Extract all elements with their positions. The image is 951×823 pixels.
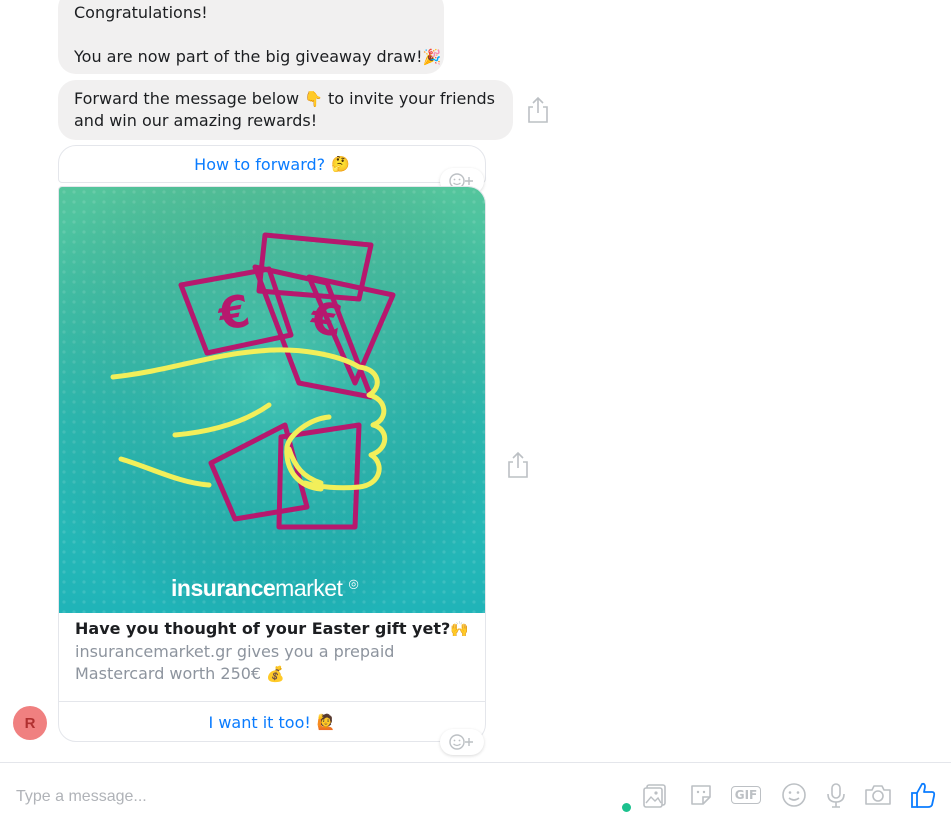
share-icon[interactable] bbox=[525, 95, 551, 125]
party-popper-emoji: 🎉 bbox=[422, 48, 442, 66]
online-status-dot bbox=[622, 803, 631, 812]
how-to-forward-label: How to forward? bbox=[194, 154, 326, 174]
smiley-plus-icon bbox=[449, 734, 473, 750]
microphone-icon[interactable] bbox=[820, 779, 852, 811]
insurancemarket-logo: insurancemarket ◎ bbox=[171, 575, 359, 601]
emoji-icon[interactable] bbox=[778, 779, 810, 811]
thumbs-up-icon[interactable] bbox=[907, 779, 939, 811]
check-circle-icon: ◎ bbox=[348, 576, 359, 591]
pointing-down-emoji: 👇 bbox=[304, 90, 323, 108]
sticker-icon[interactable] bbox=[685, 779, 717, 811]
message-composer: GIF bbox=[0, 762, 951, 823]
promo-card-image[interactable]: € € insurancemarket ◎ bbox=[59, 187, 485, 613]
thinking-face-emoji: 🤔 bbox=[331, 155, 350, 173]
message-text-line: Forward the message below bbox=[74, 89, 300, 108]
money-bag-emoji: 💰 bbox=[266, 665, 285, 683]
card-title: Have you thought of your Easter gift yet… bbox=[75, 619, 469, 638]
neon-money-hand-illustration: € € bbox=[59, 187, 485, 613]
message-bubble-forward: Forward the message below 👇 to invite yo… bbox=[58, 80, 513, 140]
message-bubble-congrats: Congratulations! You are now part of the… bbox=[58, 0, 444, 74]
message-input[interactable] bbox=[14, 783, 578, 811]
sender-avatar[interactable]: R bbox=[13, 706, 47, 740]
image-icon[interactable] bbox=[639, 779, 671, 811]
add-reaction-button[interactable] bbox=[440, 729, 484, 755]
gif-icon[interactable]: GIF bbox=[730, 779, 762, 811]
camera-icon[interactable] bbox=[862, 779, 894, 811]
promo-card[interactable]: € € insurancemarket ◎ Have you thought o… bbox=[58, 186, 486, 742]
raised-hands-emoji: 🙌 bbox=[450, 620, 469, 638]
message-text-line: and win our amazing rewards! bbox=[74, 111, 318, 130]
share-icon[interactable] bbox=[505, 450, 531, 480]
card-description: insurancemarket.gr gives you a prepaid M… bbox=[75, 642, 395, 683]
message-text-line: Congratulations! bbox=[74, 3, 208, 22]
i-want-it-label: I want it too! bbox=[208, 712, 311, 732]
message-text-line: to invite your friends bbox=[327, 89, 496, 108]
person-raising-hand-emoji: 🙋 bbox=[316, 713, 336, 731]
message-text-line: You are now part of the big giveaway dra… bbox=[74, 47, 423, 66]
i-want-it-button[interactable]: I want it too! 🙋 bbox=[59, 701, 485, 741]
how-to-forward-button[interactable]: How to forward? 🤔 bbox=[58, 145, 486, 183]
